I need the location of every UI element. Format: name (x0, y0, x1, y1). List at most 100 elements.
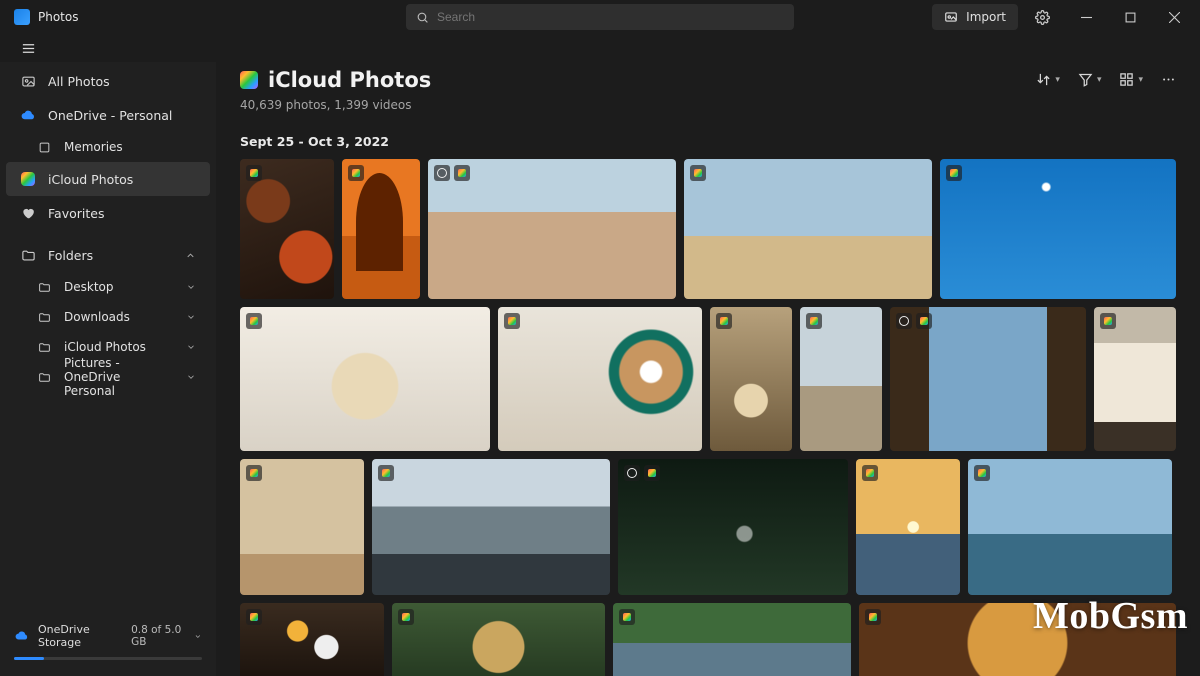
icloud-badge-icon (378, 465, 394, 481)
search-wrap (406, 4, 794, 30)
storage-bar (14, 657, 202, 660)
folder-label: Desktop (64, 280, 114, 294)
chevron-down-icon (186, 312, 196, 322)
page-subtitle: 40,639 photos, 1,399 videos (240, 98, 431, 112)
nav-toggle-button[interactable] (14, 34, 42, 62)
page-header: iCloud Photos 40,639 photos, 1,399 video… (240, 62, 1176, 112)
chevron-down-icon: ▾ (1138, 75, 1143, 85)
icloud-photos-icon (20, 171, 36, 187)
sidebar-folder-downloads[interactable]: Downloads (6, 302, 210, 332)
photo-thumb[interactable] (1094, 307, 1176, 451)
icloud-badge-icon (865, 609, 881, 625)
icloud-badge-icon (246, 609, 262, 625)
filter-button[interactable]: ▾ (1078, 72, 1102, 87)
photo-thumb[interactable] (342, 159, 420, 299)
chevron-down-icon: ▾ (1097, 75, 1102, 85)
sort-button[interactable]: ▾ (1036, 72, 1060, 87)
sidebar-item-icloud-photos[interactable]: iCloud Photos (6, 162, 210, 196)
icloud-badge-icon (454, 165, 470, 181)
photo-thumb[interactable] (498, 307, 702, 451)
sidebar-folders-header[interactable]: Folders (6, 238, 210, 272)
search-input[interactable] (437, 10, 784, 24)
icloud-badge-icon (619, 609, 635, 625)
grid-icon (1119, 72, 1134, 87)
folder-icon (36, 309, 52, 325)
settings-button[interactable] (1022, 2, 1062, 32)
sidebar-folder-desktop[interactable]: Desktop (6, 272, 210, 302)
sidebar-item-memories[interactable]: Memories (6, 132, 210, 162)
import-icon (944, 10, 958, 24)
heart-icon (20, 205, 36, 221)
import-button[interactable]: Import (932, 4, 1018, 30)
folder-icon (20, 247, 36, 263)
page-tools: ▾ ▾ ▾ (1036, 68, 1176, 87)
photo-thumb[interactable] (684, 159, 932, 299)
main-content: iCloud Photos 40,639 photos, 1,399 video… (216, 62, 1200, 676)
icloud-badge-icon (246, 165, 262, 181)
photo-thumb[interactable] (940, 159, 1176, 299)
gallery-row (240, 459, 1176, 595)
folder-label: iCloud Photos (64, 340, 146, 354)
icloud-badge-icon (398, 609, 414, 625)
more-button[interactable] (1161, 72, 1176, 87)
gallery-row (240, 159, 1176, 299)
subbar (0, 34, 1200, 62)
photo-thumb[interactable] (710, 307, 792, 451)
import-label: Import (966, 10, 1006, 24)
storage-label: OneDrive Storage (38, 623, 123, 649)
photo-thumb[interactable] (240, 603, 384, 676)
cloud-icon (14, 628, 30, 644)
close-button[interactable] (1154, 2, 1194, 32)
maximize-button[interactable] (1110, 2, 1150, 32)
storage-detail-wrap: 0.8 of 5.0 GB (131, 624, 202, 648)
storage-bar-fill (14, 657, 44, 660)
more-icon (1161, 72, 1176, 87)
photo-thumb[interactable] (240, 307, 490, 451)
sidebar-item-onedrive[interactable]: OneDrive - Personal (6, 98, 210, 132)
sidebar-item-label: All Photos (48, 74, 110, 89)
photo-thumb[interactable] (392, 603, 606, 676)
storage-detail: 0.8 of 5.0 GB (131, 624, 190, 648)
icloud-badge-icon (690, 165, 706, 181)
app-identity: Photos (0, 9, 216, 25)
photo-thumb[interactable] (856, 459, 960, 595)
folder-label: Pictures - OneDrive Personal (64, 356, 174, 398)
icloud-badge-icon (504, 313, 520, 329)
sidebar-item-favorites[interactable]: Favorites (6, 196, 210, 230)
photo-thumb[interactable] (800, 307, 882, 451)
photo-thumb[interactable] (968, 459, 1172, 595)
photo-thumb[interactable] (240, 159, 334, 299)
sidebar-folder-pictures[interactable]: Pictures - OneDrive Personal (6, 362, 210, 392)
storage-row[interactable]: OneDrive Storage 0.8 of 5.0 GB (14, 623, 202, 649)
icloud-badge-icon (862, 465, 878, 481)
photo-thumb[interactable] (613, 603, 850, 676)
icloud-badge-icon (246, 313, 262, 329)
photo-thumb[interactable] (240, 459, 364, 595)
page-title: iCloud Photos (268, 68, 431, 92)
live-badge-icon (624, 465, 640, 481)
icloud-badge-icon (644, 465, 660, 481)
minimize-button[interactable] (1066, 2, 1106, 32)
watermark: MobGsm (1033, 594, 1188, 638)
sidebar-item-label: iCloud Photos (48, 172, 133, 187)
sidebar-item-all-photos[interactable]: All Photos (6, 64, 210, 98)
sidebar-footer: OneDrive Storage 0.8 of 5.0 GB (0, 613, 216, 676)
filter-icon (1078, 72, 1093, 87)
live-badge-icon (896, 313, 912, 329)
sidebar-item-label: Favorites (48, 206, 104, 221)
icloud-badge-icon (806, 313, 822, 329)
photo-thumb[interactable] (428, 159, 676, 299)
titlebar-actions: Import (932, 2, 1200, 32)
folders-header-label: Folders (48, 248, 93, 263)
icloud-photos-icon (240, 71, 258, 89)
folder-icon (36, 339, 52, 355)
icloud-badge-icon (974, 465, 990, 481)
cloud-icon (20, 107, 36, 123)
folder-icon (36, 369, 52, 385)
search-field[interactable] (406, 4, 794, 30)
photo-thumb[interactable] (890, 307, 1086, 451)
photo-thumb[interactable] (618, 459, 848, 595)
photo-thumb[interactable] (372, 459, 610, 595)
sidebar-item-label: Memories (64, 140, 123, 154)
view-button[interactable]: ▾ (1119, 72, 1143, 87)
